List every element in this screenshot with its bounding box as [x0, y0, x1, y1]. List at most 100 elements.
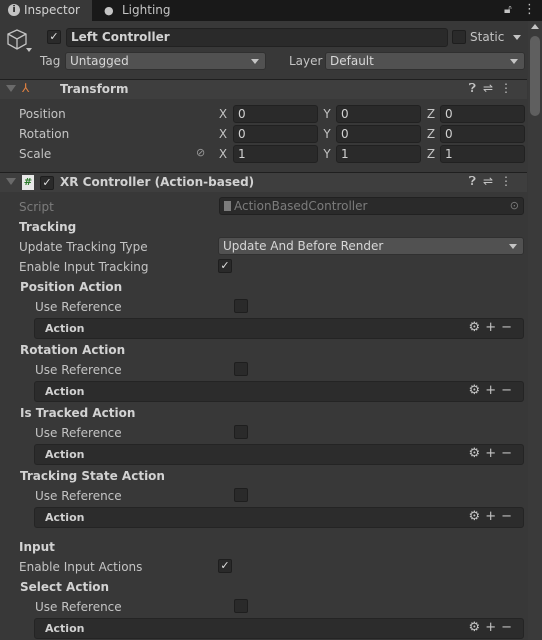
gear-icon[interactable]: ⚙ [469, 383, 486, 398]
action-group-title: Position Action [20, 280, 123, 294]
component-title: XR Controller (Action-based) [60, 175, 255, 189]
remove-icon[interactable]: − [501, 620, 517, 635]
tag-value: Untagged [70, 54, 129, 68]
transform-z-input[interactable]: 0 [440, 125, 525, 143]
transform-rotation-label: Rotation [19, 127, 70, 141]
transform-y-input[interactable]: 0 [336, 105, 421, 123]
add-binding-icon[interactable]: + [485, 383, 501, 398]
update-tracking-type-label: Update Tracking Type [19, 240, 148, 254]
enable-input-actions-label: Enable Input Actions [19, 560, 143, 574]
use-reference-label: Use Reference [35, 426, 122, 440]
add-binding-icon[interactable]: + [485, 620, 501, 635]
icon-dropdown-caret[interactable] [26, 48, 32, 52]
tab-lighting[interactable]: ● Lighting [98, 0, 178, 21]
static-checkbox[interactable] [452, 30, 466, 44]
use-reference-checkbox[interactable] [234, 599, 248, 613]
gear-icon[interactable]: ⚙ [469, 320, 486, 335]
axis-x-label: X [218, 127, 228, 141]
enable-input-tracking-label: Enable Input Tracking [19, 260, 149, 274]
tag-label: Tag [40, 54, 61, 68]
action-field[interactable]: Action ⚙+− [34, 381, 524, 402]
help-icon[interactable]: ❓︎ [469, 174, 483, 188]
xr-controller-header[interactable]: # ✓ XR Controller (Action-based) ❓︎⇌⋮ [0, 172, 527, 192]
axis-y-label: Y [323, 147, 331, 161]
transform-x-input[interactable]: 0 [233, 105, 318, 123]
more-menu-icon[interactable]: ⋮ [523, 2, 536, 17]
transform-z-input[interactable]: 0 [440, 105, 525, 123]
use-reference-checkbox[interactable] [234, 425, 248, 439]
action-label: Action [45, 622, 85, 635]
transform-z-input[interactable]: 1 [440, 145, 525, 163]
script-field[interactable]: ActionBasedController ⊙ [219, 197, 524, 215]
use-reference-label: Use Reference [35, 600, 122, 614]
use-reference-checkbox[interactable] [234, 362, 248, 376]
gear-icon[interactable]: ⚙ [469, 509, 486, 524]
input-header: Input [19, 540, 55, 554]
script-file-icon [224, 201, 231, 211]
more-menu-icon[interactable]: ⋮ [500, 174, 519, 188]
lock-icon[interactable]: 🔓︎ [504, 2, 512, 17]
scroll-up-arrow-icon[interactable] [531, 24, 539, 29]
tracking-header: Tracking [19, 220, 77, 234]
axis-z-label: Z [426, 147, 436, 161]
layer-dropdown[interactable]: Default [325, 52, 525, 70]
transform-x-input[interactable]: 1 [233, 145, 318, 163]
transform-y-input[interactable]: 0 [336, 125, 421, 143]
presets-icon[interactable]: ⇌ [483, 81, 500, 95]
remove-icon[interactable]: − [501, 509, 517, 524]
static-dropdown-caret[interactable] [513, 35, 521, 40]
header-icons[interactable]: ❓︎⇌⋮ [469, 81, 519, 96]
use-reference-label: Use Reference [35, 489, 122, 503]
action-field[interactable]: Action ⚙+− [34, 618, 524, 639]
script-value: ActionBasedController [234, 199, 368, 213]
use-reference-label: Use Reference [35, 363, 122, 377]
update-tracking-type-dropdown[interactable]: Update And Before Render [218, 237, 524, 255]
transform-y-input[interactable]: 1 [336, 145, 421, 163]
transform-header[interactable]: ⅄ Transform ❓︎⇌⋮ [0, 79, 527, 99]
add-binding-icon[interactable]: + [485, 320, 501, 335]
action-group-title: Tracking State Action [20, 469, 165, 483]
action-label: Action [45, 385, 85, 398]
enable-input-actions-checkbox[interactable]: ✓ [218, 559, 232, 573]
script-icon: # [22, 175, 34, 190]
component-enabled-checkbox[interactable]: ✓ [40, 176, 54, 190]
action-label: Action [45, 511, 85, 524]
header-icons[interactable]: ❓︎⇌⋮ [469, 174, 519, 189]
remove-icon[interactable]: − [501, 383, 517, 398]
object-picker-icon[interactable]: ⊙ [510, 198, 519, 214]
remove-icon[interactable]: − [501, 446, 517, 461]
transform-position-label: Position [19, 107, 66, 121]
add-binding-icon[interactable]: + [485, 446, 501, 461]
tab-inspector[interactable]: i Inspector [0, 0, 92, 21]
update-tracking-type-value: Update And Before Render [223, 239, 384, 253]
more-menu-icon[interactable]: ⋮ [500, 81, 519, 95]
presets-icon[interactable]: ⇌ [483, 174, 500, 188]
active-checkbox[interactable]: ✓ [47, 30, 61, 44]
static-label: Static [470, 30, 505, 44]
tag-dropdown[interactable]: Untagged [65, 52, 266, 70]
foldout-arrow-icon[interactable] [6, 85, 16, 92]
use-reference-checkbox[interactable] [234, 299, 248, 313]
action-field[interactable]: Action ⚙+− [34, 318, 524, 339]
gear-icon[interactable]: ⚙ [469, 620, 486, 635]
tab-label: Inspector [24, 3, 80, 17]
scrollbar-thumb[interactable] [530, 36, 540, 116]
gear-icon[interactable]: ⚙ [469, 446, 486, 461]
add-binding-icon[interactable]: + [485, 509, 501, 524]
help-icon[interactable]: ❓︎ [469, 81, 483, 95]
axis-z-label: Z [426, 127, 436, 141]
chevron-down-icon [251, 59, 259, 64]
action-field[interactable]: Action ⚙+− [34, 507, 524, 528]
remove-icon[interactable]: − [501, 320, 517, 335]
constrain-proportions-icon[interactable]: ⊘ [196, 146, 205, 159]
action-label: Action [45, 448, 85, 461]
use-reference-label: Use Reference [35, 300, 122, 314]
enable-input-tracking-checkbox[interactable]: ✓ [218, 259, 232, 273]
foldout-arrow-icon[interactable] [6, 178, 16, 185]
use-reference-checkbox[interactable] [234, 488, 248, 502]
transform-icon: ⅄ [22, 81, 30, 95]
script-label: Script [19, 200, 54, 214]
object-name-input[interactable]: Left Controller [66, 28, 448, 47]
action-field[interactable]: Action ⚙+− [34, 444, 524, 465]
transform-x-input[interactable]: 0 [233, 125, 318, 143]
